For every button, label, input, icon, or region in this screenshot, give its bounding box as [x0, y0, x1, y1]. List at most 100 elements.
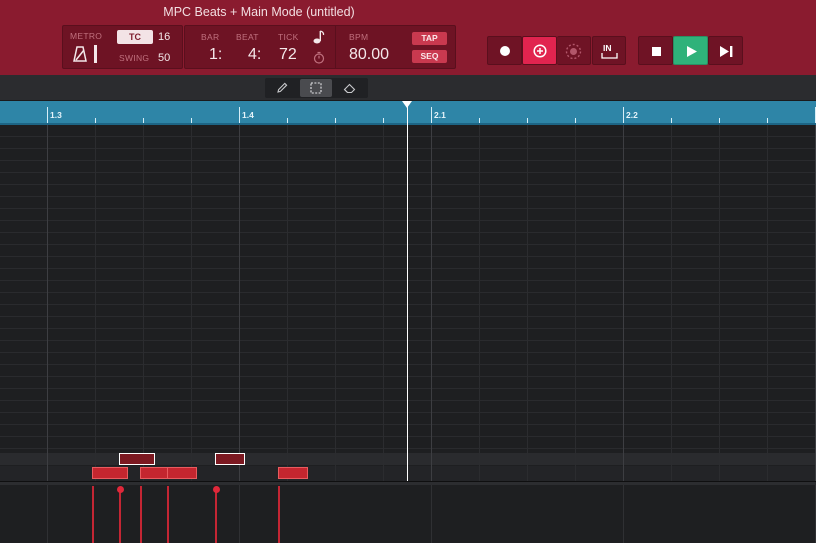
grid-row-line [0, 328, 816, 329]
grid-row-line [0, 424, 816, 425]
ruler-label: 1.3 [50, 110, 62, 120]
tap-tempo-button[interactable]: TAP [412, 32, 447, 45]
metronome-icon[interactable] [73, 46, 87, 62]
bar-label: BAR [201, 32, 220, 42]
panel-divider [335, 26, 336, 68]
grid-beat-line [431, 125, 432, 481]
midi-note[interactable] [92, 467, 128, 479]
input-monitor-button[interactable]: IN [592, 36, 626, 65]
header-bar: MPC Beats + Main Mode (untitled) METRO T… [0, 0, 816, 75]
velocity-stem[interactable] [140, 486, 142, 543]
tick-label: TICK [278, 32, 299, 42]
ruler-tick [575, 118, 576, 123]
ruler-tick [383, 118, 384, 123]
metro-label: METRO [70, 31, 103, 41]
overdub-button[interactable] [522, 36, 557, 65]
ruler-tick [623, 107, 624, 123]
grid-row-line [0, 232, 816, 233]
ruler-tick [47, 107, 48, 123]
ruler-tick [287, 118, 288, 123]
record-button[interactable] [487, 36, 522, 65]
playhead[interactable] [407, 101, 408, 481]
velocity-grid-line [623, 485, 624, 543]
velocity-handle[interactable] [212, 486, 220, 493]
edit-toolbar [0, 75, 816, 101]
note-value-icon[interactable] [313, 30, 325, 44]
auto-record-button[interactable] [557, 36, 591, 65]
velocity-stem[interactable] [215, 491, 217, 543]
grid-row-line [0, 160, 816, 161]
grid-row-line [0, 148, 816, 149]
ruler-tick [479, 118, 480, 123]
tc-button[interactable]: TC [117, 30, 153, 44]
seq-tempo-button[interactable]: SEQ [412, 50, 447, 63]
eraser-tool-button[interactable] [334, 79, 366, 97]
grid-row-line [0, 304, 816, 305]
velocity-lane[interactable] [0, 485, 816, 543]
ruler-tick [527, 118, 528, 123]
playhead-marker[interactable] [402, 101, 412, 108]
velocity-stem[interactable] [278, 486, 280, 543]
grid-beat-line [623, 125, 624, 481]
velocity-handle[interactable] [116, 486, 124, 493]
metronome-toggle[interactable] [94, 45, 97, 63]
grid-row-line [0, 268, 816, 269]
grid-row-line [0, 340, 816, 341]
velocity-grid-line [47, 485, 48, 543]
ruler-tick [191, 118, 192, 123]
bpm-label: BPM [349, 32, 369, 42]
grid-row-line [0, 172, 816, 173]
grid-row-line [0, 376, 816, 377]
grid-row-line [0, 256, 816, 257]
grid-row-line [0, 136, 816, 137]
piano-roll-grid[interactable] [0, 125, 816, 481]
midi-note[interactable] [278, 467, 308, 479]
grid-beat-line [191, 125, 192, 481]
grid-beat-line [719, 125, 720, 481]
mpc-beats-window: MPC Beats + Main Mode (untitled) METRO T… [0, 0, 816, 543]
bpm-value[interactable]: 80.00 [349, 46, 389, 64]
ruler-tick [767, 118, 768, 123]
velocity-stem[interactable] [119, 491, 121, 543]
ruler-tick [671, 118, 672, 123]
grid-row-line [0, 280, 816, 281]
bar-value[interactable]: 1: [209, 46, 222, 64]
grid-beat-line [47, 125, 48, 481]
velocity-stem[interactable] [92, 486, 94, 543]
grid-beat-line [143, 125, 144, 481]
velocity-grid-line [239, 485, 240, 543]
beat-value[interactable]: 4: [248, 46, 261, 64]
grid-row-line [0, 388, 816, 389]
grid-beat-line [575, 125, 576, 481]
velocity-stem[interactable] [167, 486, 169, 543]
stop-button[interactable] [638, 36, 673, 65]
stopwatch-icon[interactable] [313, 51, 325, 64]
select-tool-button[interactable] [300, 79, 332, 97]
stop-icon [652, 47, 661, 56]
record-icon [500, 46, 510, 56]
position-panel: BAR BEAT TICK 1: 4: 72 BPM 80.00 TAP SEQ [184, 25, 456, 69]
tick-value[interactable]: 72 [279, 46, 297, 64]
window-title: MPC Beats + Main Mode (untitled) [163, 5, 355, 19]
play-start-button[interactable] [708, 36, 743, 65]
tc-value[interactable]: 16 [158, 31, 170, 43]
ruler-tick [95, 118, 96, 123]
midi-note-selected[interactable] [119, 453, 155, 465]
velocity-grid-line [431, 485, 432, 543]
grid-beat-line [527, 125, 528, 481]
grid-row-line [0, 412, 816, 413]
ruler-tick [335, 118, 336, 123]
swing-value[interactable]: 50 [158, 52, 170, 64]
grid-row-line [0, 352, 816, 353]
grid-beat-line [287, 125, 288, 481]
input-monitor-icon [601, 53, 618, 59]
ruler-label: 2.1 [434, 110, 446, 120]
midi-note-selected[interactable] [215, 453, 245, 465]
ruler-tick [431, 107, 432, 123]
play-button[interactable] [673, 36, 708, 65]
midi-note[interactable] [167, 467, 197, 479]
ruler-tick [719, 118, 720, 123]
grid-beat-line [767, 125, 768, 481]
grid-row-line [0, 400, 816, 401]
pencil-tool-button[interactable] [266, 79, 298, 97]
